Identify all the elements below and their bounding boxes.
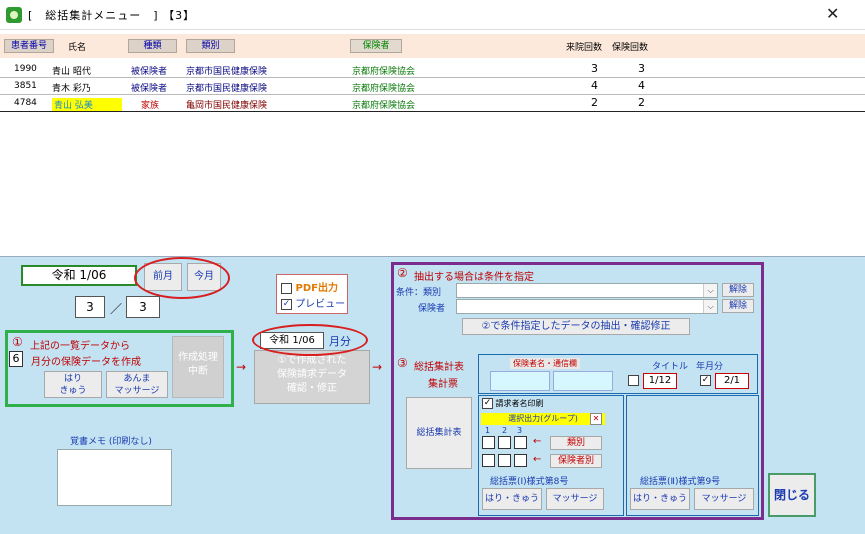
window-title: [ 総括集計メニュー ] 【3】 (28, 9, 196, 22)
col-name: 氏名 (68, 43, 87, 53)
table-row[interactable]: 3851 青木 彩乃 被保険者 京都市国民健康保険 京都府保険協会 4 4 (0, 78, 865, 95)
memo-label: 覚書メモ (印刷なし) (70, 437, 152, 447)
highlight-oval (134, 257, 230, 299)
interrupt-button[interactable]: 作成処理 中断 (172, 336, 224, 398)
title-label: タイトル (652, 362, 689, 372)
form8-hari-button[interactable]: はり・きゅう (482, 488, 542, 510)
month-input[interactable]: 6 (9, 351, 23, 367)
count-b: 3 (126, 296, 160, 318)
col-patient-no[interactable]: 患者番号 (4, 39, 54, 53)
ym-label: 年月分 (696, 362, 724, 372)
cond-insurer-label: 保険者 (418, 304, 446, 314)
group-col-1: 1 (485, 426, 491, 435)
table-row-selected[interactable]: 4784 青山 弘美 家族 亀岡市国民健康保険 京都府保険協会 2 2 (0, 95, 865, 112)
count-a: 3 (75, 296, 105, 318)
summary-table-button[interactable]: 総括集計表 (406, 397, 472, 469)
section2-number: ② (397, 266, 408, 280)
title-input[interactable]: 1/12 (643, 373, 677, 389)
edit-data-button[interactable]: ①で作成された 保険請求データ 確認・修正 (254, 350, 370, 404)
section2-title: 抽出する場合は条件を指定 (414, 272, 534, 283)
insurer-name-input[interactable] (490, 371, 550, 391)
clear-insurer-button[interactable]: 解除 (722, 299, 754, 313)
arrow-2: → (372, 360, 383, 374)
insurer-combo[interactable]: ⌵ (456, 299, 718, 314)
chevron-down-icon[interactable]: ⌵ (703, 284, 717, 297)
group-header: 選択出力(グループ) (481, 413, 605, 425)
group-col-2: 2 (502, 426, 508, 435)
cond-type-label: 条件：類別 (396, 288, 442, 298)
group-col-3: 3 (517, 426, 523, 435)
form9-massage-button[interactable]: マッサージ (694, 488, 754, 510)
section3-subtitle: 集計票 (428, 379, 458, 390)
create-anma-button[interactable]: あんま マッサージ (106, 371, 168, 398)
count-separator: ／ (110, 302, 123, 316)
memo-input[interactable] (57, 449, 172, 506)
arrow-left-icon: ← (533, 436, 542, 447)
form9-hari-button[interactable]: はり・きゅう (630, 488, 690, 510)
form8-massage-button[interactable]: マッサージ (546, 488, 604, 510)
col-insurer[interactable]: 保険者 (350, 39, 402, 53)
col-visits: 来院回数 (566, 43, 603, 53)
table-row[interactable]: 1990 青山 昭代 被保険者 京都市国民健康保険 京都府保険協会 3 3 (0, 61, 865, 78)
app-icon (6, 7, 22, 23)
close-button[interactable]: 閉じる (768, 473, 816, 517)
insurer-name-label: 保険者名・通信欄 (510, 358, 580, 369)
arrow-left-icon: ← (533, 454, 542, 465)
group-close-icon[interactable]: ✕ (590, 413, 602, 425)
highlight-oval (252, 324, 368, 356)
preview-option[interactable]: ✓ プレビュー (281, 295, 345, 310)
by-insurer-button[interactable]: 保険者別 (550, 454, 602, 468)
arrow-1: → (236, 360, 247, 374)
clear-category-button[interactable]: 解除 (722, 283, 754, 297)
extract-button[interactable]: ②で条件指定したデータの抽出・確認修正 (462, 318, 690, 335)
group-check[interactable] (514, 454, 527, 467)
group-check[interactable] (498, 454, 511, 467)
group-check[interactable] (482, 436, 495, 449)
section1-line1: 上記の一覧データから (30, 341, 130, 352)
period-date[interactable]: 令和 1/06 (21, 265, 137, 286)
form9-label: 総括票(Ⅱ)様式第9号 (640, 477, 721, 487)
memo-field-input[interactable] (553, 371, 613, 391)
ym-check[interactable]: ✓ (700, 375, 711, 387)
col-category[interactable]: 類別 (186, 39, 235, 53)
group-check[interactable] (498, 436, 511, 449)
section1-line2: 月分の保険データを作成 (31, 357, 141, 368)
category-combo[interactable]: ⌵ (456, 283, 718, 298)
form8-label: 総括票(Ⅰ)様式第8号 (490, 477, 569, 487)
section3-title: 総括集計表 (414, 362, 464, 373)
col-insurance-count: 保険回数 (612, 43, 649, 53)
section1-number: ① (12, 335, 23, 349)
ym-input[interactable]: 2/1 (715, 373, 749, 389)
create-hari-button[interactable]: はり きゅう (44, 371, 102, 398)
group-check[interactable] (482, 454, 495, 467)
print-name-option[interactable]: ✓ 請求者名印刷 (482, 398, 544, 409)
group-check[interactable] (514, 436, 527, 449)
chevron-down-icon[interactable]: ⌵ (703, 300, 717, 313)
section3-number: ③ (397, 356, 408, 370)
title-check[interactable] (628, 375, 639, 387)
close-icon[interactable]: ✕ (826, 4, 839, 23)
by-category-button[interactable]: 類別 (550, 436, 602, 450)
col-type[interactable]: 種類 (128, 39, 177, 53)
pdf-option[interactable]: PDF出力 (281, 279, 338, 294)
